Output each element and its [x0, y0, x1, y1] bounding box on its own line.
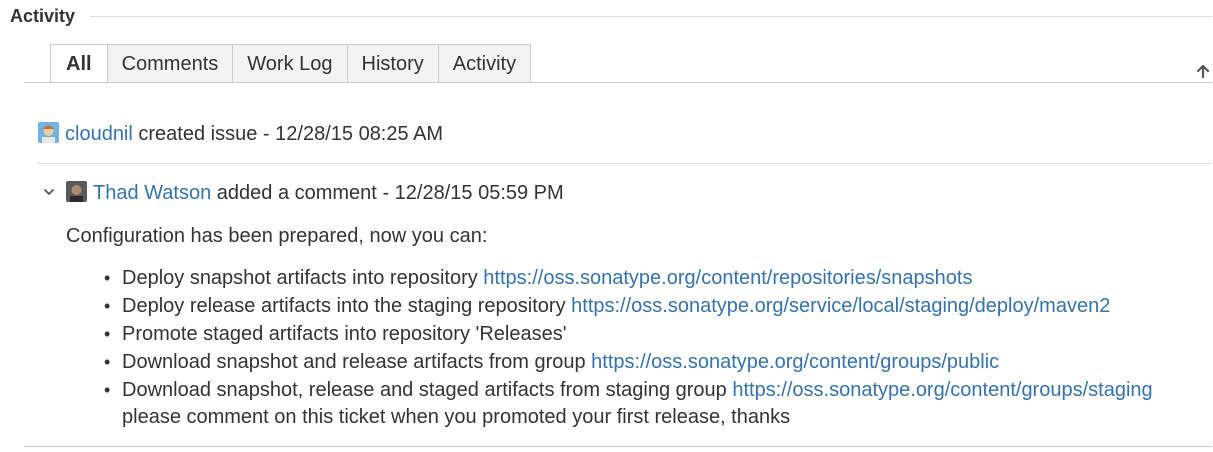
- action-text: created issue: [138, 123, 258, 145]
- tab-activity[interactable]: Activity: [438, 44, 532, 83]
- title-divider: [90, 16, 1212, 17]
- list-item: Deploy snapshot artifacts into repositor…: [104, 264, 1153, 292]
- timestamp: 12/28/15 05:59 PM: [394, 182, 564, 204]
- separator: -: [382, 182, 390, 204]
- list-item: Promote staged artifacts into repository…: [104, 320, 1153, 348]
- list-item: Download snapshot and release artifacts …: [104, 348, 1153, 376]
- list-item: Deploy release artifacts into the stagin…: [104, 292, 1153, 320]
- comment-intro: Configuration has been prepared, now you…: [66, 225, 488, 247]
- comment-header: Thad Watson added a comment - 12/28/15 0…: [66, 181, 564, 205]
- repository-link[interactable]: https://oss.sonatype.org/content/groups/…: [732, 379, 1152, 401]
- list-item: Download snapshot, release and staged ar…: [104, 376, 1153, 404]
- separator: -: [262, 123, 270, 145]
- user-avatar-icon[interactable]: [38, 122, 59, 143]
- bottom-divider: [24, 446, 1212, 447]
- comment-list: Deploy snapshot artifacts into repositor…: [104, 264, 1153, 404]
- repository-link[interactable]: https://oss.sonatype.org/content/groups/…: [591, 351, 999, 373]
- arrow-up-icon[interactable]: [1193, 60, 1213, 80]
- user-link[interactable]: cloudnil: [65, 123, 133, 145]
- chevron-down-icon[interactable]: [41, 184, 57, 200]
- tabs-divider: [24, 82, 1212, 83]
- repository-link[interactable]: https://oss.sonatype.org/content/reposit…: [483, 267, 972, 289]
- activity-tabs: All Comments Work Log History Activity: [50, 43, 532, 84]
- timestamp: 12/28/15 08:25 AM: [275, 123, 444, 145]
- user-avatar-icon[interactable]: [66, 181, 87, 202]
- tab-history[interactable]: History: [347, 44, 439, 83]
- row-divider: [37, 163, 1212, 164]
- action-text: added a comment: [216, 182, 377, 204]
- tab-all[interactable]: All: [50, 44, 108, 84]
- repository-link[interactable]: https://oss.sonatype.org/service/local/s…: [571, 295, 1110, 317]
- created-issue-row: cloudnil created issue - 12/28/15 08:25 …: [38, 122, 443, 146]
- tab-comments[interactable]: Comments: [107, 44, 234, 83]
- user-link[interactable]: Thad Watson: [93, 182, 211, 204]
- comment-closing: please comment on this ticket when you p…: [122, 406, 791, 428]
- tab-work-log[interactable]: Work Log: [233, 44, 348, 83]
- module-title: Activity: [10, 6, 76, 26]
